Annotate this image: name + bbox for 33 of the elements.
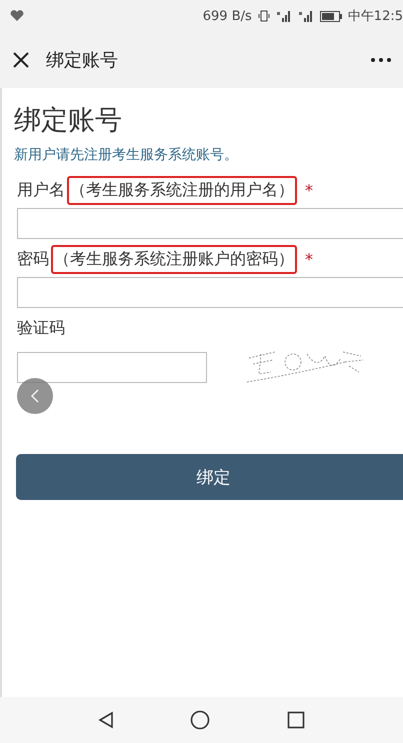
home-circle-icon xyxy=(190,710,210,730)
signal-icon xyxy=(298,10,314,22)
heart-icon xyxy=(10,10,24,22)
more-icon xyxy=(371,58,391,62)
field-label: 密码 xyxy=(17,248,49,270)
vibrate-icon xyxy=(258,10,270,22)
back-button[interactable] xyxy=(98,711,114,729)
field-label: 验证码 xyxy=(17,318,65,338)
back-chevron-icon xyxy=(30,388,40,404)
register-note: 新用户请先注册考生服务系统账号。 xyxy=(14,146,239,164)
page-heading: 绑定账号 xyxy=(14,104,123,138)
home-button[interactable] xyxy=(190,710,210,730)
input-field[interactable] xyxy=(17,208,403,239)
battery-icon xyxy=(320,10,342,22)
field-annotation: （考生服务系统注册的用户名） xyxy=(67,176,297,204)
required-mark: * xyxy=(305,250,313,268)
signal-icon xyxy=(276,10,292,22)
recents-button[interactable] xyxy=(286,711,305,729)
nav-title: 绑定账号 xyxy=(46,49,119,72)
back-float-button[interactable] xyxy=(17,378,53,414)
required-mark: * xyxy=(305,180,313,200)
field-annotation: （考生服务系统注册账户的密码） xyxy=(51,244,297,274)
captcha-field[interactable] xyxy=(17,352,207,382)
input-field[interactable] xyxy=(17,277,403,308)
recents-square-icon xyxy=(286,711,305,729)
field-label: 用户名 xyxy=(17,180,65,200)
bind-button[interactable]: 绑定 xyxy=(16,454,403,500)
clock: 中午12:5 xyxy=(348,8,403,25)
back-triangle-icon xyxy=(98,711,114,729)
close-icon xyxy=(12,51,30,69)
close-button[interactable] xyxy=(12,51,30,69)
more-button[interactable] xyxy=(371,58,391,62)
network-speed: 699 B/s xyxy=(202,8,252,24)
